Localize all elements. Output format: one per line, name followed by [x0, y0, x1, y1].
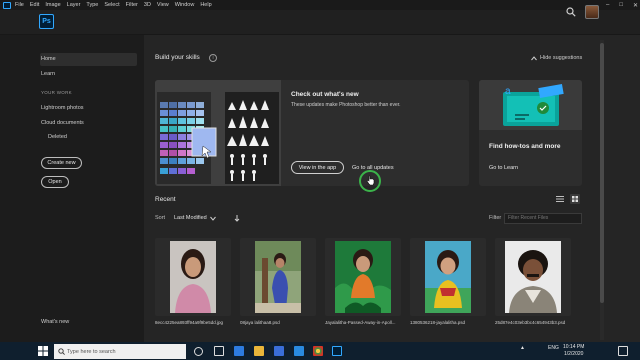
system-clock[interactable]: 10:14 PM 1/2/2020 [563, 344, 584, 357]
sort-label: Sort [155, 215, 166, 221]
create-new-button[interactable]: Create new [41, 157, 82, 169]
sidebar-item-cloud[interactable]: Cloud documents [41, 120, 84, 126]
recent-file-thumb[interactable] [325, 238, 401, 316]
close-icon[interactable]: ✕ [633, 2, 638, 9]
maximize-icon[interactable]: □ [619, 2, 623, 8]
recent-file-thumb[interactable] [495, 238, 571, 316]
top-bar: Ps [0, 10, 640, 35]
sidebar-item-lightroom[interactable]: Lightroom photos [41, 105, 84, 111]
whats-new-link[interactable]: What's new [41, 319, 69, 325]
sort-dropdown[interactable]: Last Modified [174, 215, 207, 221]
windows-start-icon[interactable] [38, 346, 48, 356]
photoshop-taskbar-icon[interactable] [332, 346, 342, 356]
scrollbar[interactable] [600, 40, 604, 340]
card-title-learn: Find how-tos and more [489, 143, 561, 150]
clock-time: 10:14 PM [563, 344, 585, 350]
filter-label: Filter [489, 215, 502, 221]
recent-file-name: Jayalalitha-Passed-Away-in-Apoll... [325, 320, 396, 325]
cortana-icon[interactable] [194, 347, 203, 356]
minimize-icon[interactable]: – [606, 2, 609, 8]
card-title-whats-new: Check out what's new [291, 91, 359, 98]
menu-window[interactable]: Window [175, 2, 195, 8]
tray-icons[interactable]: ▲ [520, 345, 525, 351]
section-title-recent: Recent [155, 196, 176, 203]
grid-view-icon[interactable] [570, 194, 580, 204]
chevron-down-icon[interactable] [210, 216, 216, 221]
chrome-icon[interactable] [313, 346, 323, 356]
notifications-icon[interactable] [618, 346, 628, 356]
whats-new-illustration [155, 80, 281, 186]
menu-image[interactable]: Image [45, 2, 60, 8]
filter-recent-input[interactable]: Filter Recent Files [504, 213, 582, 224]
sidebar-item-learn[interactable]: Learn [41, 71, 55, 77]
recent-file-name: 25d87e4c03eb3bc4c654943b3.psd [495, 320, 566, 325]
menu-help[interactable]: Help [200, 2, 211, 8]
scrollbar-thumb[interactable] [600, 43, 604, 303]
search-icon[interactable] [566, 7, 576, 17]
open-button[interactable]: Open [41, 176, 69, 188]
menu-bar: File Edit Image Layer Type Select Filter… [0, 0, 640, 10]
window-controls: – □ ✕ [606, 0, 638, 10]
sidebar [0, 35, 144, 342]
menu-filter[interactable]: Filter [126, 2, 138, 8]
store-icon[interactable] [274, 346, 284, 356]
menu-select[interactable]: Select [104, 2, 119, 8]
menu-3d[interactable]: 3D [144, 2, 151, 8]
mail-icon[interactable] [294, 346, 304, 356]
sidebar-item-deleted[interactable]: Deleted [48, 134, 67, 140]
recent-file-thumb[interactable] [240, 238, 316, 316]
card-desc-whats-new: These updates make Photoshop better than… [291, 102, 401, 108]
search-icon [58, 348, 65, 355]
sidebar-section-your-work: YOUR WORK [41, 90, 72, 95]
task-view-icon[interactable] [214, 346, 224, 356]
info-icon[interactable]: i [209, 54, 217, 62]
section-title-skills: Build your skills [155, 54, 200, 61]
photoshop-window: File Edit Image Layer Type Select Filter… [0, 0, 640, 342]
clock-date: 1/2/2020 [563, 350, 584, 357]
avatar[interactable] [585, 5, 599, 19]
ps-logo[interactable]: Ps [39, 14, 54, 29]
recent-file-name: 08jaya lalithaa8.psd [240, 320, 280, 325]
chevron-up-icon[interactable] [531, 56, 537, 61]
learn-illustration: a [479, 80, 582, 130]
menu-edit[interactable]: Edit [30, 2, 39, 8]
taskbar-search-input[interactable]: Type here to search [54, 344, 186, 359]
menu-view[interactable]: View [157, 2, 169, 8]
language-indicator[interactable]: ENG [548, 345, 559, 351]
view-in-app-button[interactable]: View in the app [291, 161, 344, 174]
recent-file-name: 8ecc4225ea893ff94a9f9be5dd.jpg [155, 320, 223, 325]
file-explorer-icon[interactable] [254, 346, 264, 356]
menu-layer[interactable]: Layer [67, 2, 81, 8]
svg-text:a: a [505, 86, 511, 97]
arrow-down-icon[interactable] [234, 215, 240, 222]
menu-file[interactable]: File [15, 2, 24, 8]
menu-type[interactable]: Type [86, 2, 98, 8]
recent-file-name: 1380536218-jayalalitha.psd [410, 320, 466, 325]
hand-cursor-icon [366, 175, 375, 186]
recent-file-thumb[interactable] [410, 238, 486, 316]
hide-suggestions-link[interactable]: Hide suggestions [540, 55, 582, 61]
list-view-icon[interactable] [555, 194, 565, 204]
edge-icon[interactable] [234, 346, 244, 356]
sidebar-item-home[interactable]: Home [41, 56, 56, 62]
go-to-learn-link[interactable]: Go to Learn [489, 165, 518, 171]
ps-app-icon [3, 1, 11, 9]
recent-file-thumb[interactable] [155, 238, 231, 316]
